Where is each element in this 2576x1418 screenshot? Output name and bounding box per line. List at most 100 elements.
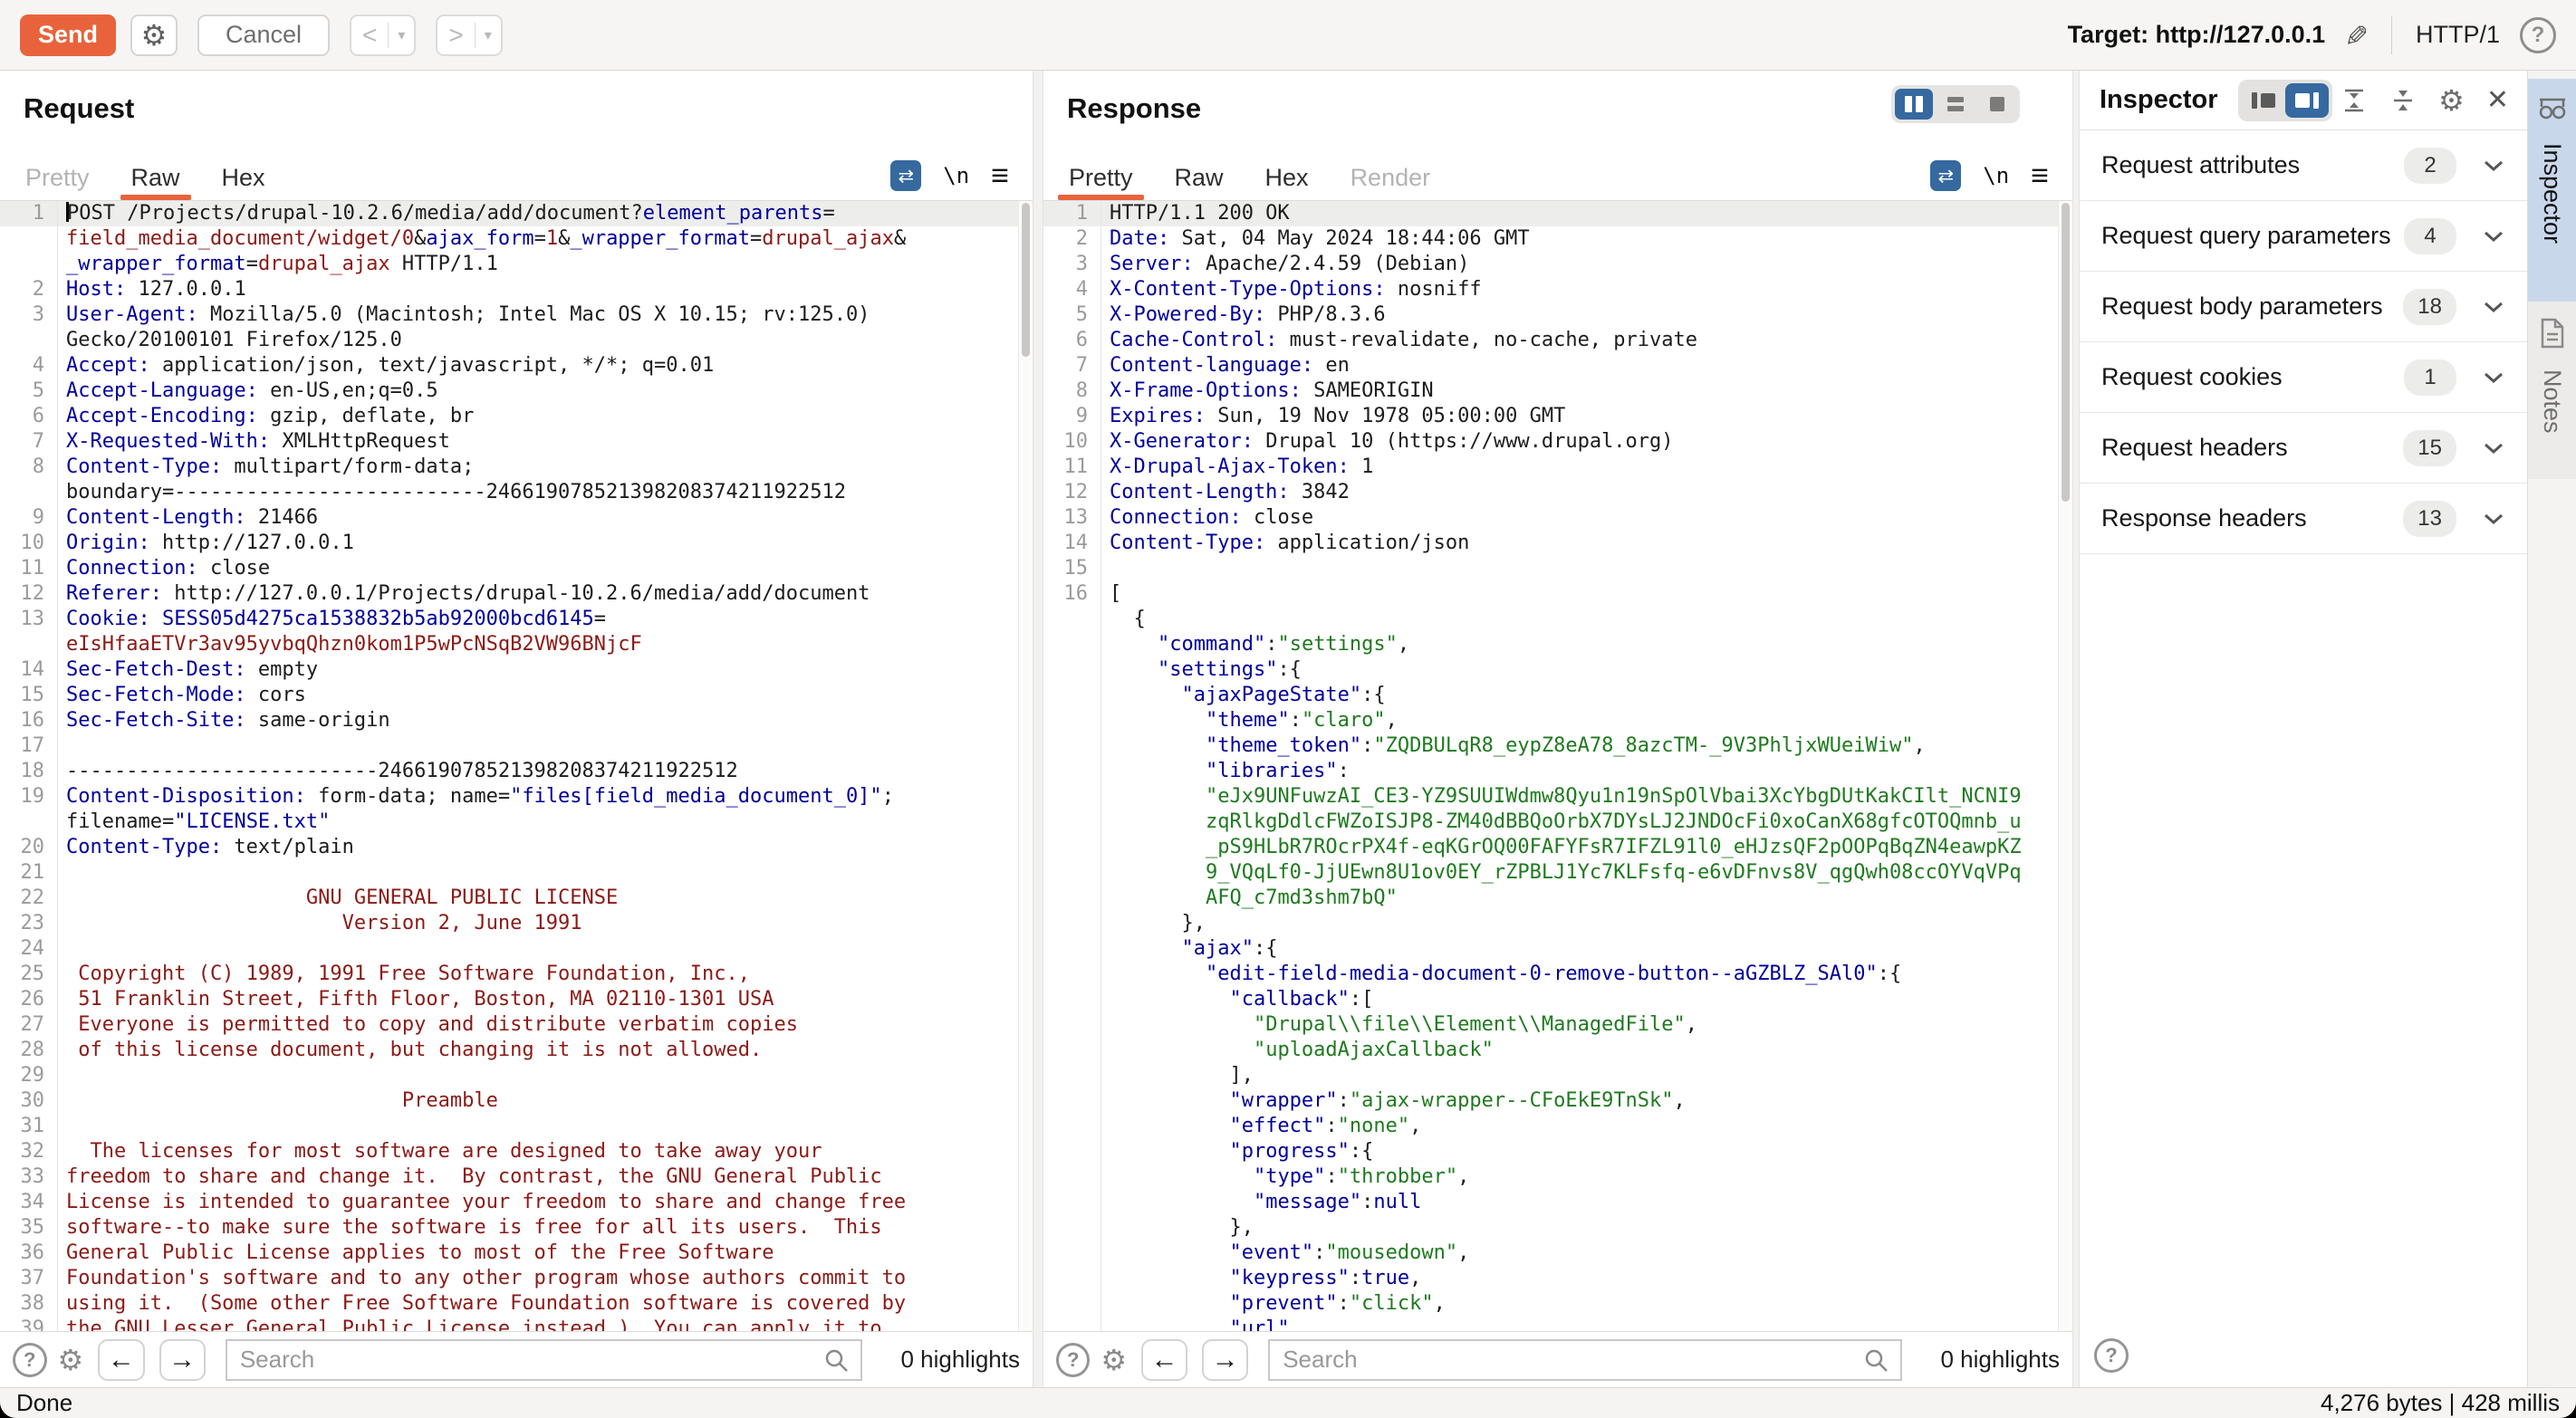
code-text: "Drupal\\file\\Element\\ManagedFile",: [1101, 1012, 1697, 1038]
code-text: Sec-Fetch-Mode: cors: [58, 683, 306, 708]
section-count-badge: 15: [2403, 430, 2456, 466]
inspector-dock-toggle: [2238, 80, 2332, 121]
show-newlines-toggle[interactable]: \n: [943, 163, 969, 188]
inspector-section-request-headers[interactable]: Request headers15: [2080, 413, 2527, 484]
search-settings-icon[interactable]: ⚙: [58, 1343, 84, 1377]
code-row: zqRlkgDdlcFWZoISJP8-ZM40dBBQoOrbX7DYsLJ2…: [1043, 810, 2072, 835]
code-text: General Public License applies to most o…: [58, 1241, 774, 1266]
back-history-button[interactable]: < ▾: [350, 14, 416, 56]
inspector-header: Inspector ⚙ ✕: [2080, 71, 2527, 130]
cancel-button[interactable]: Cancel: [197, 14, 330, 56]
panel-divider[interactable]: [1033, 71, 1043, 1387]
toolbar: Send ⚙ Cancel < ▾ > ▾ Target: http://127…: [0, 0, 2576, 71]
line-number: [0, 480, 58, 505]
search-help-icon[interactable]: ?: [1056, 1343, 1090, 1377]
code-row: "settings":{: [1043, 657, 2072, 683]
response-editor[interactable]: 1HTTP/1.1 200 OK2Date: Sat, 04 May 2024 …: [1043, 201, 2072, 1331]
inspector-help-icon[interactable]: ?: [2094, 1338, 2129, 1373]
expand-all-icon[interactable]: [2341, 87, 2368, 114]
layout-single-button[interactable]: [1978, 89, 2016, 120]
code-text: Gecko/20100101 Firefox/125.0: [58, 328, 402, 353]
line-number: 13: [0, 607, 58, 632]
request-tab-pretty[interactable]: Pretty: [16, 158, 99, 200]
code-row: "wrapper":"ajax-wrapper--CFoEkE9TnSk",: [1043, 1088, 2072, 1114]
code-text: Copyright (C) 1989, 1991 Free Software F…: [58, 962, 750, 987]
code-row: AFQ_c7md3shm7bQ": [1043, 886, 2072, 911]
dock-left-button[interactable]: [2242, 83, 2285, 118]
editor-menu-icon[interactable]: ≡: [991, 160, 1009, 191]
request-scrollbar[interactable]: [1018, 201, 1033, 1331]
code-row: 29: [0, 1063, 1033, 1088]
code-row: "command":"settings",: [1043, 632, 2072, 657]
search-input[interactable]: [227, 1341, 861, 1379]
inspector-close-icon[interactable]: ✕: [2486, 84, 2509, 116]
code-row: "Drupal\\file\\Element\\ManagedFile",: [1043, 1012, 2072, 1038]
help-icon[interactable]: ?: [2520, 17, 2556, 53]
word-wrap-toggle-icon[interactable]: ⇄: [1930, 160, 1961, 191]
code-text: "progress":{: [1101, 1139, 1373, 1164]
forward-history-button[interactable]: > ▾: [436, 14, 502, 56]
line-number: [1043, 1190, 1101, 1215]
code-row: 10X-Generator: Drupal 10 (https://www.dr…: [1043, 429, 2072, 455]
line-number: [1043, 1164, 1101, 1190]
search-next-button[interactable]: →: [159, 1339, 206, 1381]
line-number: 25: [0, 962, 58, 987]
code-row: 34License is intended to guarantee your …: [0, 1190, 1033, 1215]
rail-tab-notes[interactable]: Notes: [2528, 302, 2576, 479]
code-row: 27 Everyone is permitted to copy and dis…: [0, 1012, 1033, 1038]
search-next-button[interactable]: →: [1202, 1339, 1248, 1381]
code-row: 16Sec-Fetch-Site: same-origin: [0, 708, 1033, 733]
inspector-section-request-cookies[interactable]: Request cookies1: [2080, 342, 2527, 413]
inspector-section-request-query-parameters[interactable]: Request query parameters4: [2080, 201, 2527, 272]
line-number: 36: [0, 1241, 58, 1266]
dock-right-button[interactable]: [2285, 83, 2329, 118]
response-tab-render[interactable]: Render: [1341, 158, 1440, 200]
code-text: },: [1101, 911, 1206, 936]
request-settings-button[interactable]: ⚙: [130, 14, 178, 56]
response-tab-raw[interactable]: Raw: [1166, 158, 1233, 200]
editor-menu-icon[interactable]: ≡: [2031, 160, 2049, 191]
layout-columns-button[interactable]: [1895, 89, 1933, 120]
inspector-section-request-body-parameters[interactable]: Request body parameters18: [2080, 272, 2527, 342]
inspector-section-response-headers[interactable]: Response headers13: [2080, 484, 2527, 554]
response-panel-header: Response PrettyRawHexRender ⇄ \n ≡: [1043, 71, 2072, 201]
code-row: 30 Preamble: [0, 1088, 1033, 1114]
search-settings-icon[interactable]: ⚙: [1101, 1343, 1127, 1377]
http-version-selector[interactable]: HTTP/1: [2416, 21, 2500, 49]
rail-tab-notes-label: Notes: [2538, 369, 2566, 434]
code-row: "effect":"none",: [1043, 1114, 2072, 1139]
inspector-settings-icon[interactable]: ⚙: [2438, 83, 2465, 118]
code-text: "event":"mousedown",: [1101, 1241, 1469, 1266]
code-row: "progress":{: [1043, 1139, 2072, 1164]
code-row: 12Referer: http://127.0.0.1/Projects/dru…: [0, 581, 1033, 607]
panel-divider[interactable]: [2072, 71, 2080, 1387]
code-row: 32 The licenses for most software are de…: [0, 1139, 1033, 1164]
code-row: eIsHfaaETVr3av95yvbqQhzn0kom1P5wPcNSqB2V…: [0, 632, 1033, 657]
search-prev-button[interactable]: ←: [98, 1339, 144, 1381]
chevron-down-icon: [2482, 440, 2505, 456]
layout-rows-button[interactable]: [1937, 89, 1975, 120]
show-newlines-toggle[interactable]: \n: [1983, 163, 2009, 188]
code-row: "ajax":{: [1043, 936, 2072, 962]
code-row: 19Content-Disposition: form-data; name="…: [0, 784, 1033, 810]
word-wrap-toggle-icon[interactable]: ⇄: [890, 160, 921, 191]
request-tab-raw[interactable]: Raw: [122, 158, 189, 200]
collapse-all-icon[interactable]: [2389, 87, 2417, 114]
search-input[interactable]: [1270, 1341, 1900, 1379]
response-tab-hex[interactable]: Hex: [1256, 158, 1318, 200]
chevron-down-icon: ▾: [389, 26, 414, 44]
search-prev-button[interactable]: ←: [1141, 1339, 1187, 1381]
rail-tab-inspector[interactable]: Inspector: [2528, 79, 2576, 302]
response-scrollbar[interactable]: [2058, 201, 2072, 1331]
request-tab-hex[interactable]: Hex: [213, 158, 274, 200]
code-row: 28 of this license document, but changin…: [0, 1038, 1033, 1063]
search-help-icon[interactable]: ?: [13, 1343, 47, 1377]
code-row: "message":null: [1043, 1190, 2072, 1215]
send-button[interactable]: Send: [20, 14, 116, 56]
request-editor[interactable]: 1POST /Projects/drupal-10.2.6/media/add/…: [0, 201, 1033, 1331]
line-number: [0, 226, 58, 252]
response-tab-pretty[interactable]: Pretty: [1060, 158, 1142, 200]
layout-toggle-group: [1891, 85, 2020, 123]
inspector-section-request-attributes[interactable]: Request attributes2: [2080, 130, 2527, 201]
edit-target-icon[interactable]: ✎: [2339, 23, 2373, 47]
